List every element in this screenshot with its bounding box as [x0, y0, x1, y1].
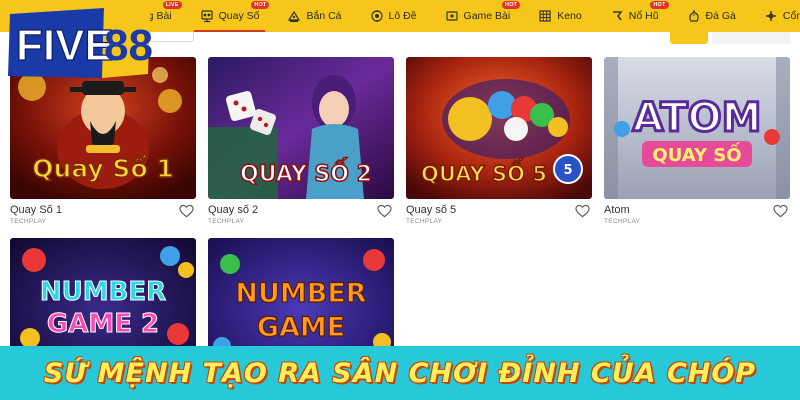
heart-icon[interactable] — [377, 204, 392, 218]
lottery-ball-icon — [200, 9, 214, 23]
game-provider: TECHPLAY — [10, 218, 47, 225]
nav-item-keno[interactable]: Keno — [524, 0, 596, 32]
search-box[interactable] — [150, 32, 194, 42]
nav-label: Nổ Hũ — [628, 10, 659, 22]
grid-view-button[interactable] — [670, 32, 708, 44]
art-subtitle: QUAY SỐ — [652, 142, 741, 166]
keno-grid-icon — [538, 9, 552, 23]
nav-item-cong-game[interactable]: Cổng Game — [750, 0, 800, 32]
nav-label: Đá Gà — [705, 10, 736, 22]
rooster-icon — [687, 9, 701, 23]
game-thumbnail[interactable]: 5 QUAY SỐ 5 — [406, 57, 592, 199]
nav-label: Keno — [557, 10, 582, 22]
nav-item-lo-de[interactable]: Lô Đề — [356, 0, 431, 32]
game-card-quay-so-5[interactable]: 5 QUAY SỐ 5 Quay số 5 TECHPLAY — [406, 57, 592, 229]
game-name: Quay Số 1 — [10, 204, 62, 216]
five88-logo[interactable]: FIVE 88 — [6, 6, 153, 82]
svg-text:5: 5 — [563, 163, 572, 178]
art-title: QUAY SỐ 2 — [240, 158, 372, 187]
banner-headline: SỨ MỆNH TẠO RA SÂN CHƠI ĐỈNH CỦA CHÓP — [43, 357, 757, 389]
nav-label: Quay Số — [218, 10, 260, 22]
hot-badge: HOT — [251, 1, 270, 9]
live-badge: LIVE — [162, 1, 182, 9]
lotto-icon — [370, 9, 384, 23]
game-thumbnail[interactable]: ATOM QUAY SỐ — [604, 57, 790, 199]
art-subtitle: GAME — [257, 312, 345, 343]
hot-badge: HOT — [650, 1, 669, 9]
heart-icon[interactable] — [773, 204, 788, 218]
page: Sòng Bài LIVE Quay Số HOT Bắn Cá Lô Đề G… — [0, 0, 800, 400]
fish-shooter-icon — [287, 9, 301, 23]
art-subtitle: GAME 2 — [47, 309, 159, 339]
game-card-quay-so-1[interactable]: Quay Số 1 Quay Số 1 TECHPLAY — [10, 57, 196, 229]
art-title: Quay Số 1 — [32, 154, 173, 183]
nav-item-ban-ca[interactable]: Bắn Cá — [273, 0, 355, 32]
nav-label: Game Bài — [463, 10, 511, 22]
sort-select[interactable] — [712, 32, 790, 44]
gamepad-icon — [764, 9, 778, 23]
art-title: ATOM — [633, 95, 762, 141]
game-provider: TECHPLAY — [406, 218, 443, 225]
logo-text-88: 88 — [104, 21, 152, 70]
art-title: NUMBER — [40, 277, 166, 307]
sort-controls — [670, 32, 790, 44]
heart-icon[interactable] — [575, 204, 590, 218]
nav-item-da-ga[interactable]: Đá Gà — [673, 0, 750, 32]
game-name: Quay số 5 — [406, 204, 457, 216]
art-title: QUAY SỐ 5 — [421, 158, 547, 186]
game-card-atom[interactable]: ATOM QUAY SỐ Atom TECHPLAY — [604, 57, 790, 229]
nav-item-quay-so[interactable]: Quay Số HOT — [186, 0, 274, 32]
card-game-icon — [445, 9, 459, 23]
game-provider: TECHPLAY — [208, 218, 245, 225]
game-thumbnail[interactable]: QUAY SỐ 2 — [208, 57, 394, 199]
nav-label: Bắn Cá — [306, 10, 342, 22]
nav-item-game-bai[interactable]: Game Bài HOT — [431, 0, 525, 32]
nav-item-no-hu[interactable]: Nổ Hũ HOT — [596, 0, 673, 32]
hot-badge: HOT — [502, 1, 521, 9]
logo-text-five: FIVE — [16, 21, 114, 70]
promo-banner: SỨ MỆNH TẠO RA SÂN CHƠI ĐỈNH CỦA CHÓP — [0, 346, 800, 400]
game-name: Atom — [604, 204, 630, 216]
nav-label: Lô Đề — [388, 10, 417, 22]
slot-icon — [610, 9, 624, 23]
art-title: NUMBER — [235, 278, 366, 309]
nav-label: Cổng Game — [782, 10, 800, 22]
game-card-quay-so-2[interactable]: QUAY SỐ 2 Quay số 2 TECHPLAY — [208, 57, 394, 229]
game-name: Quay số 2 — [208, 204, 259, 216]
heart-icon[interactable] — [179, 204, 194, 218]
game-provider: TECHPLAY — [604, 218, 641, 225]
